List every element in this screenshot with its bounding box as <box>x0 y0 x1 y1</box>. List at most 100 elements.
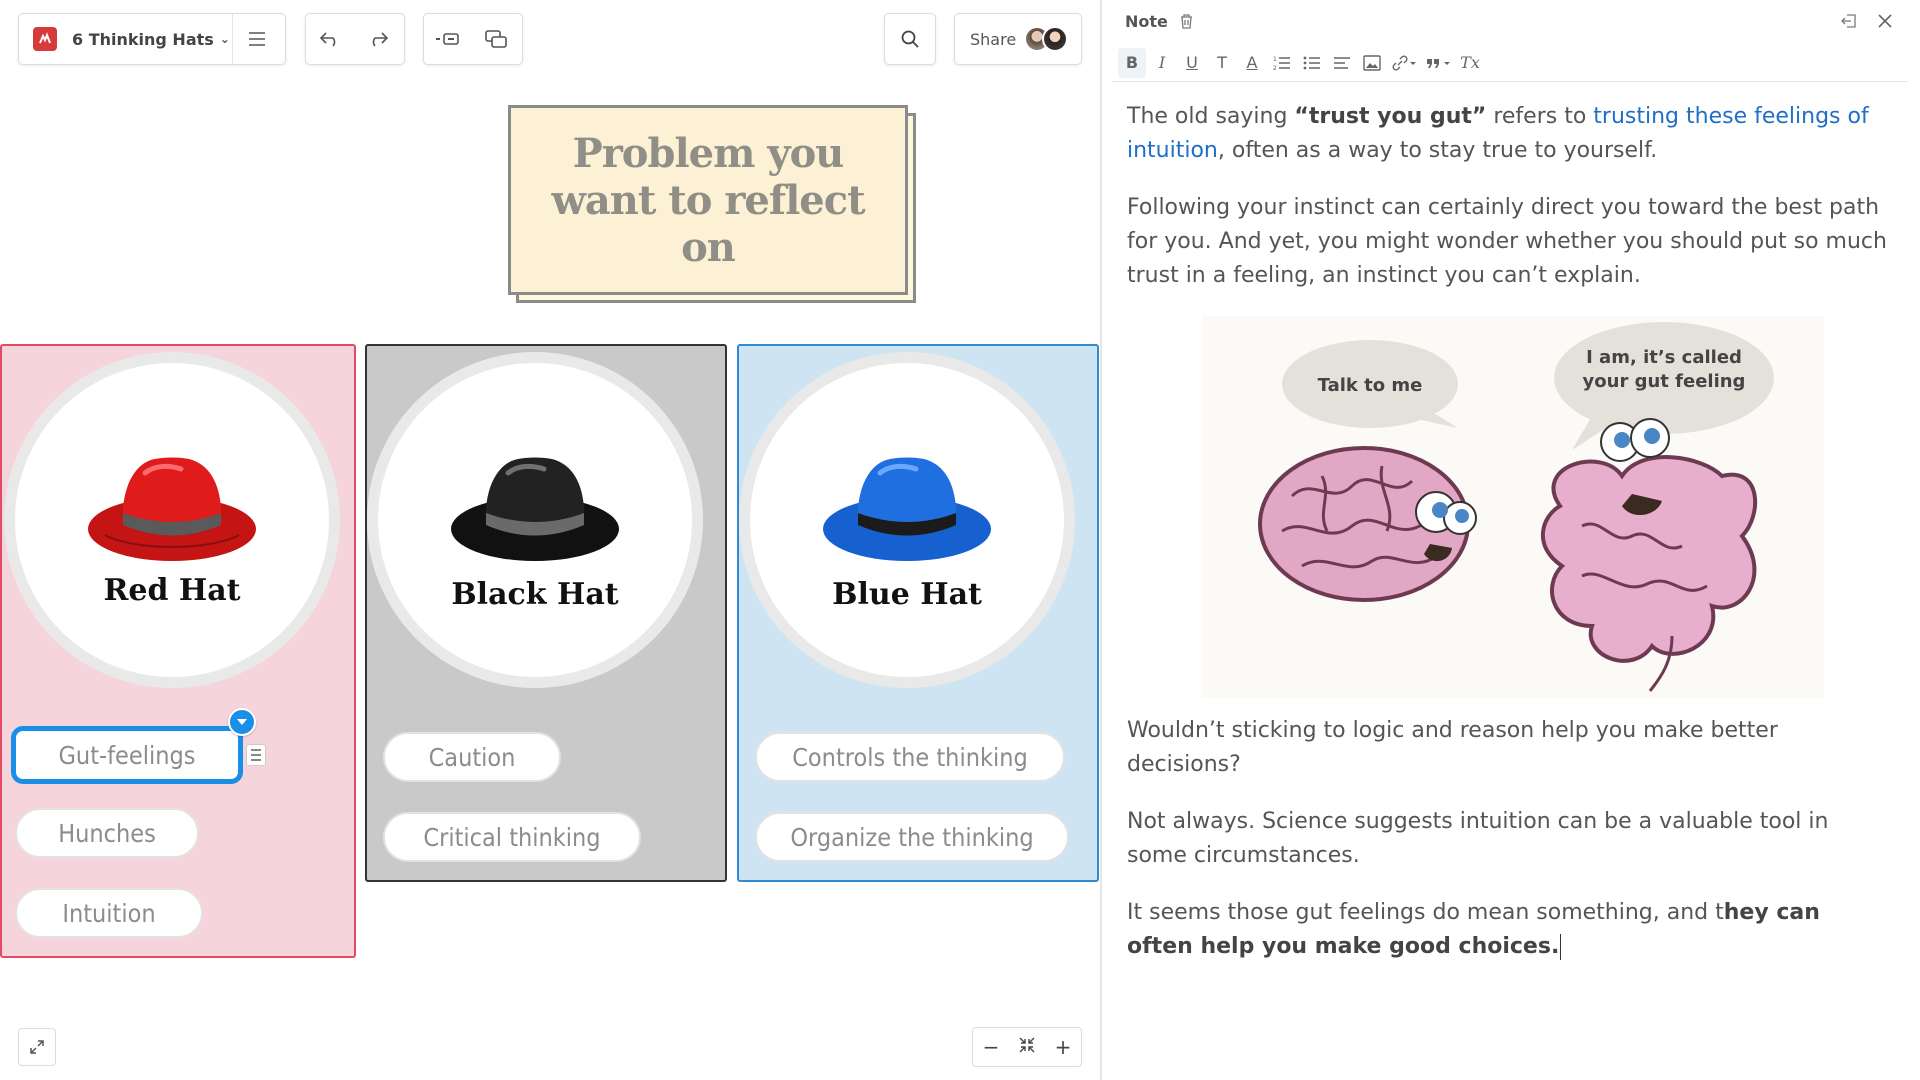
svg-text:1: 1 <box>1273 56 1277 63</box>
black-hat-label: Black Hat <box>451 577 619 612</box>
black-hat-circle[interactable]: Black Hat <box>367 352 703 688</box>
note-paragraph: Wouldn’t sticking to logic and reason he… <box>1127 718 1778 777</box>
brain-gut-cartoon-image: Talk to me I am, it’s called your gut fe… <box>1258 322 1774 692</box>
numbered-list-icon: 12 <box>1273 56 1290 71</box>
chevron-down-icon <box>237 719 247 725</box>
numbered-list-button[interactable]: 12 <box>1268 48 1296 78</box>
note-panel: Note B I U T A 12 Tx The old saying “tru… <box>1102 0 1920 1080</box>
note-paragraph: Following your instinct can certainly di… <box>1127 195 1887 288</box>
black-hat-column[interactable]: Black Hat Caution Critical thinking <box>365 344 727 882</box>
document-title: 6 Thinking Hats <box>72 29 214 49</box>
collapse-toggle[interactable] <box>228 708 256 736</box>
zoom-out-button[interactable]: − <box>974 1035 1008 1059</box>
share-button[interactable]: Share <box>954 13 1082 65</box>
text-run: It seems those gut feelings do mean some… <box>1127 900 1724 925</box>
document-toolbar: 6 Thinking Hats ⌄ <box>18 13 286 65</box>
text-run: refers to <box>1486 104 1594 129</box>
undock-note-button[interactable] <box>1840 12 1858 30</box>
link-icon <box>1392 54 1416 71</box>
hunches-topic[interactable]: Hunches <box>15 808 199 858</box>
redo-button[interactable] <box>354 14 402 64</box>
blue-hat-circle[interactable]: Blue Hat <box>739 352 1075 688</box>
document-title-dropdown[interactable]: 6 Thinking Hats ⌄ <box>72 30 232 49</box>
svg-text:2: 2 <box>1273 65 1277 71</box>
hamburger-icon <box>249 32 265 46</box>
chevron-down-icon: ⌄ <box>219 32 230 46</box>
speech-bubble-left: Talk to me <box>1318 375 1423 396</box>
blue-hat-label: Blue Hat <box>832 577 982 612</box>
zoom-in-button[interactable]: + <box>1046 1035 1080 1059</box>
critical-thinking-topic[interactable]: Critical thinking <box>383 812 641 862</box>
align-left-icon <box>1334 56 1350 69</box>
search-icon <box>901 30 919 48</box>
image-icon <box>1363 54 1381 71</box>
undo-icon <box>319 32 336 47</box>
search-button[interactable] <box>884 13 936 65</box>
close-note-button[interactable] <box>1876 12 1894 30</box>
note-paragraph: The old saying “trust you gut” refers to… <box>1127 100 1887 168</box>
clear-format-button[interactable]: Tx <box>1456 48 1484 78</box>
insert-subtopic-icon <box>485 30 507 48</box>
share-label: Share <box>970 29 1017 49</box>
quote-icon <box>1427 58 1450 68</box>
black-hat-icon <box>451 457 619 561</box>
insert-toolbar <box>423 13 523 65</box>
red-hat-column[interactable]: Red Hat Gut-feelings Hunches Intuition <box>0 344 356 958</box>
insert-subtopic-button[interactable] <box>472 14 520 64</box>
gut-drawing <box>1541 418 1757 692</box>
central-topic-text: Problem you want to reflect on <box>551 129 865 271</box>
note-paragraph: Not always. Science suggests intuition c… <box>1127 809 1829 868</box>
insert-topic-button[interactable] <box>424 14 472 64</box>
note-editor[interactable]: The old saying “trust you gut” refers to… <box>1127 100 1887 987</box>
text-cursor <box>1560 934 1562 960</box>
note-header: Note <box>1125 12 1196 31</box>
text-color-button[interactable]: A <box>1238 48 1266 78</box>
blue-hat-icon <box>823 457 991 561</box>
delete-note-button[interactable] <box>1178 13 1196 31</box>
underline-button[interactable]: U <box>1178 48 1206 78</box>
app-logo-icon[interactable] <box>33 27 57 51</box>
close-icon <box>1878 14 1892 28</box>
expand-icon <box>30 1040 44 1054</box>
red-hat-circle[interactable]: Red Hat <box>4 352 340 688</box>
trash-icon <box>1181 14 1193 29</box>
note-title: Note <box>1125 12 1168 31</box>
fullscreen-button[interactable] <box>18 1028 56 1066</box>
bullet-list-icon <box>1303 56 1320 69</box>
mindmap-canvas[interactable]: 6 Thinking Hats ⌄ Share Problem you want… <box>0 0 1100 1080</box>
fit-to-screen-button[interactable] <box>1010 1035 1044 1059</box>
text-run: The old saying <box>1127 104 1295 129</box>
note-indicator-icon[interactable] <box>246 744 266 766</box>
caution-topic[interactable]: Caution <box>383 732 561 782</box>
blue-hat-column[interactable]: Blue Hat Controls the thinking Organize … <box>737 344 1099 882</box>
insert-topic-icon <box>436 33 459 45</box>
italic-button[interactable]: I <box>1148 48 1176 78</box>
align-button[interactable] <box>1328 48 1356 78</box>
controls-the-thinking-topic[interactable]: Controls the thinking <box>755 732 1065 782</box>
organize-the-thinking-topic[interactable]: Organize the thinking <box>755 812 1069 862</box>
dock-left-icon <box>1841 14 1856 28</box>
insert-image-button[interactable] <box>1358 48 1386 78</box>
note-header-actions <box>1840 12 1894 30</box>
undo-button[interactable] <box>306 14 354 64</box>
bold-button[interactable]: B <box>1118 47 1146 78</box>
collaborator-avatars <box>1024 26 1069 52</box>
brain-drawing <box>1258 446 1477 602</box>
insert-link-button[interactable] <box>1388 48 1420 78</box>
intuition-topic[interactable]: Intuition <box>15 888 203 938</box>
central-topic-card[interactable]: Problem you want to reflect on <box>508 105 908 295</box>
redo-icon <box>372 32 389 47</box>
speech-bubble-right: I am, it’s called your gut feeling <box>1582 347 1746 392</box>
avatar <box>1042 26 1069 52</box>
red-hat-label: Red Hat <box>103 573 241 608</box>
menu-button[interactable] <box>233 14 281 64</box>
gut-feelings-topic[interactable]: Gut-feelings <box>11 726 243 784</box>
history-toolbar <box>305 13 405 65</box>
formatting-toolbar: B I U T A 12 Tx <box>1112 44 1908 82</box>
central-topic-note[interactable]: Problem you want to reflect on <box>508 105 916 303</box>
bullet-list-button[interactable] <box>1298 48 1326 78</box>
note-paragraph: It seems those gut feelings do mean some… <box>1127 896 1887 964</box>
text-size-button[interactable]: T <box>1208 48 1236 78</box>
quote-button[interactable] <box>1422 48 1454 78</box>
brain-gut-illustration[interactable]: Talk to me I am, it’s called your gut fe… <box>1202 316 1824 698</box>
